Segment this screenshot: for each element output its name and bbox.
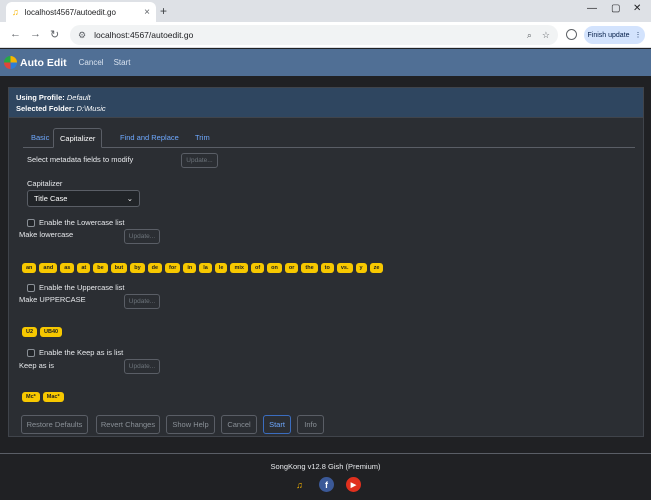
keep-chip-list: Mc* Mac* xyxy=(22,392,64,402)
browser-tab-strip: ♫ localhost4567/autoedit.go × + — ▢ ✕ xyxy=(0,0,651,22)
keep-checkbox[interactable] xyxy=(27,349,35,357)
capitalizer-label: Capitalizer xyxy=(27,179,63,188)
close-tab-icon[interactable]: × xyxy=(144,7,150,18)
app-title: Auto Edit xyxy=(20,56,67,69)
footer-divider xyxy=(0,453,651,454)
word-chip: y xyxy=(355,263,367,273)
capitalizer-select-value: Title Case xyxy=(34,194,68,203)
capitalizer-select[interactable]: Title Case ⌄ xyxy=(27,190,140,207)
tab-capitalizer[interactable]: Capitalizer xyxy=(53,128,103,148)
word-chip: de xyxy=(147,263,163,273)
word-chip: the xyxy=(301,263,318,273)
songkong-logo-icon xyxy=(4,56,17,69)
finish-update-button[interactable]: Finish update ⋮ xyxy=(584,26,645,44)
word-chip: le xyxy=(214,263,228,273)
uppercase-enable-label: Enable the Uppercase list xyxy=(39,283,125,292)
lowercase-update-button[interactable]: Update... xyxy=(124,229,160,244)
word-chip: UB40 xyxy=(40,327,63,337)
facebook-icon[interactable]: f xyxy=(319,477,334,492)
keep-update-button[interactable]: Update... xyxy=(124,359,160,374)
word-chip: on xyxy=(267,263,282,273)
word-chip: ze xyxy=(369,263,384,273)
revert-changes-button[interactable]: Revert Changes xyxy=(96,415,160,434)
keep-label: Keep as is xyxy=(19,361,55,370)
browser-tab[interactable]: ♫ localhost4567/autoedit.go × xyxy=(6,2,156,22)
word-chip: for xyxy=(165,263,181,273)
word-chip: la xyxy=(199,263,212,273)
browser-toolbar: ← → ↻ ⚙ localhost:4567/autoedit.go ⌕ ☆ F… xyxy=(0,22,651,48)
folder-line: Selected Folder: D:\Music xyxy=(16,103,636,114)
folder-value: D:\Music xyxy=(76,104,106,113)
auto-edit-panel: Using Profile: Default Selected Folder: … xyxy=(8,87,644,437)
lowercase-enable-label: Enable the Lowercase list xyxy=(39,218,125,227)
tab-find-and-replace[interactable]: Find and Replace xyxy=(114,128,185,148)
word-chip: vs. xyxy=(336,263,353,273)
word-chip: be xyxy=(93,263,108,273)
menu-dots-icon: ⋮ xyxy=(634,32,642,39)
uppercase-chip-list: U2 UB40 xyxy=(22,327,63,337)
word-chip: to xyxy=(320,263,334,273)
word-chip: of xyxy=(250,263,265,273)
close-window-icon[interactable]: ✕ xyxy=(633,3,641,14)
word-chip: in xyxy=(183,263,197,273)
start-button[interactable]: Start xyxy=(263,415,291,434)
footer-version: SongKong v12.8 Gish (Premium) xyxy=(270,462,381,471)
word-chip: Mc* xyxy=(22,392,40,402)
address-bar[interactable]: ⚙ localhost:4567/autoedit.go ⌕ ☆ xyxy=(70,25,558,45)
minimize-icon[interactable]: — xyxy=(587,3,597,14)
zoom-icon[interactable]: ⌕ xyxy=(527,30,532,41)
profile-value: Default xyxy=(66,93,91,102)
back-icon[interactable]: ← xyxy=(10,28,21,40)
word-chip: mix xyxy=(230,263,248,273)
browser-tab-title: localhost4567/autoedit.go xyxy=(24,7,116,17)
forward-icon[interactable]: → xyxy=(30,28,41,40)
tab-bar: Basic Capitalizer Find and Replace Trim xyxy=(23,128,635,148)
word-chip: or xyxy=(284,263,299,273)
word-chip: U2 xyxy=(22,327,38,337)
app-header: Auto Edit Cancel Start xyxy=(0,49,651,76)
youtube-icon[interactable]: ▶ xyxy=(346,477,361,492)
nav-start-link[interactable]: Start xyxy=(114,58,131,67)
select-fields-label: Select metadata fields to modify xyxy=(27,155,134,164)
word-chip: by xyxy=(130,263,145,273)
cancel-button[interactable]: Cancel xyxy=(221,415,257,434)
panel-header: Using Profile: Default Selected Folder: … xyxy=(9,88,643,118)
uppercase-label: Make UPPERCASE xyxy=(19,295,86,304)
restore-defaults-button[interactable]: Restore Defaults xyxy=(21,415,88,434)
info-button[interactable]: Info xyxy=(297,415,324,434)
site-info-icon[interactable]: ⚙ xyxy=(78,30,86,41)
bookmark-star-icon[interactable]: ☆ xyxy=(542,30,550,41)
new-tab-icon[interactable]: + xyxy=(160,4,167,18)
finish-update-label: Finish update xyxy=(587,31,630,39)
songkong-icon[interactable]: ♫ xyxy=(292,477,307,492)
maximize-icon[interactable]: ▢ xyxy=(611,3,620,14)
word-chip: but xyxy=(110,263,128,273)
tab-trim[interactable]: Trim xyxy=(189,128,216,148)
profile-label: Using Profile: xyxy=(16,93,65,102)
reload-icon[interactable]: ↻ xyxy=(50,28,59,41)
profile-line: Using Profile: Default xyxy=(16,92,636,103)
word-chip: Mac* xyxy=(42,392,64,402)
folder-label: Selected Folder: xyxy=(16,104,75,113)
chevron-down-icon: ⌄ xyxy=(126,194,133,203)
word-chip: and xyxy=(39,263,58,273)
keep-enable-label: Enable the Keep as is list xyxy=(39,348,124,357)
word-chip: as xyxy=(60,263,75,273)
uppercase-update-button[interactable]: Update... xyxy=(124,294,160,309)
music-note-icon: ♫ xyxy=(12,7,19,17)
lowercase-label: Make lowercase xyxy=(19,230,74,239)
show-help-button[interactable]: Show Help xyxy=(166,415,215,434)
url-text[interactable]: localhost:4567/autoedit.go xyxy=(94,30,517,40)
lowercase-chip-list: an and as at be but by de for in la le mix of on or the t… xyxy=(22,263,384,273)
profile-icon[interactable] xyxy=(566,29,577,40)
uppercase-checkbox[interactable] xyxy=(27,284,35,292)
fields-update-button[interactable]: Update... xyxy=(181,153,218,168)
word-chip: at xyxy=(77,263,91,273)
lowercase-checkbox[interactable] xyxy=(27,219,35,227)
nav-cancel-link[interactable]: Cancel xyxy=(79,58,104,67)
word-chip: an xyxy=(22,263,37,273)
tab-basic[interactable]: Basic xyxy=(25,128,55,148)
